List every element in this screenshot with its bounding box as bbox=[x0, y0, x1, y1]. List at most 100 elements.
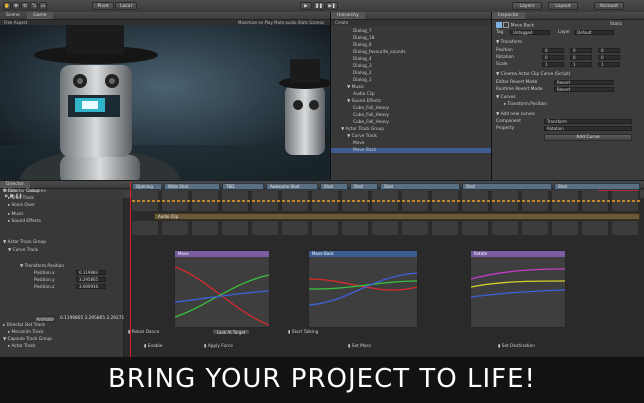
shot-clip[interactable]: Wide Shot bbox=[164, 183, 220, 190]
hierarchy-item[interactable]: Dialog_1 bbox=[353, 78, 372, 83]
hierarchy-item[interactable]: Dialog_favourite_sounds bbox=[353, 50, 406, 55]
hierarchy-item[interactable]: Move bbox=[353, 141, 365, 146]
event-robot-dance[interactable]: ▮ Robot Dance bbox=[128, 330, 159, 335]
hierarchy-item[interactable]: ▼ Actor Track Group bbox=[341, 127, 384, 132]
track-sound-effects[interactable]: ▸ Sound Effects bbox=[8, 219, 41, 224]
scale-y[interactable]: 1 bbox=[570, 62, 592, 67]
add-curve-button[interactable]: Add Curve bbox=[544, 134, 632, 141]
curve-clip-move[interactable]: Move bbox=[174, 250, 270, 328]
audio-clip[interactable]: Audio Clip bbox=[154, 213, 640, 220]
track-voice-over[interactable]: ▸ Voice Over bbox=[8, 203, 35, 208]
event-enable[interactable]: ▮ Enable bbox=[144, 344, 162, 349]
track-capsule-group[interactable]: ▼ Capsule Track Group bbox=[3, 337, 52, 342]
shot-clip[interactable]: Opening bbox=[132, 183, 162, 190]
rotation-z[interactable]: 0 bbox=[598, 55, 620, 60]
transform-header[interactable]: ▼ Transform bbox=[496, 40, 522, 45]
tab-director[interactable]: Director bbox=[0, 181, 31, 188]
track-actor[interactable]: ▸ Actor Track bbox=[8, 344, 35, 349]
static-checkbox[interactable]: Static bbox=[610, 22, 622, 27]
local-toggle[interactable]: Local bbox=[115, 2, 137, 10]
track-mecanim[interactable]: ▸ Mecanim Track bbox=[8, 330, 44, 335]
sound-effects-strip[interactable] bbox=[132, 221, 640, 235]
hierarchy-item[interactable]: Dialog_4 bbox=[353, 57, 372, 62]
hierarchy-item[interactable]: Dialog_3 bbox=[353, 64, 372, 69]
active-checkbox[interactable] bbox=[503, 22, 510, 28]
event-apply-force[interactable]: ▮ Apply Force bbox=[204, 344, 233, 349]
position-y-value[interactable]: 3.295865 bbox=[76, 277, 106, 282]
component-header[interactable]: ▼ Cinema Actor Clip Curve (Script) bbox=[496, 72, 570, 77]
curve-clip-move-back[interactable]: Move Back bbox=[308, 250, 418, 328]
curve-clip-rotate[interactable]: Rotate bbox=[470, 250, 566, 328]
pause-icon[interactable]: ❚❚ bbox=[313, 2, 325, 10]
scale-z[interactable]: 1 bbox=[598, 62, 620, 67]
layout-dropdown[interactable]: Layout bbox=[548, 2, 578, 10]
shot-clip[interactable]: TBD bbox=[222, 183, 264, 190]
object-name-field[interactable]: Move Back bbox=[511, 24, 534, 29]
position-x[interactable]: 0 bbox=[542, 48, 564, 53]
animate-button[interactable]: Animate bbox=[34, 316, 56, 322]
tab-inspector[interactable]: Inspector bbox=[492, 12, 525, 19]
rotate-tool-icon[interactable]: ↻ bbox=[21, 2, 29, 10]
position-x-value[interactable]: 0.119883 bbox=[76, 270, 106, 275]
tag-dropdown[interactable]: Untagged bbox=[510, 30, 550, 35]
shot-clip[interactable]: Awesome Shot bbox=[266, 183, 318, 190]
scale-x[interactable]: 1 bbox=[542, 62, 564, 67]
curves-foldout[interactable]: ▼ Curves bbox=[496, 95, 516, 100]
property-dropdown[interactable]: Rotation bbox=[544, 126, 632, 131]
hierarchy-item[interactable]: Audio Clip bbox=[353, 92, 375, 97]
track-director-group[interactable]: ▼ Director Group bbox=[3, 189, 39, 194]
editor-revert-dropdown[interactable]: Revert bbox=[554, 80, 614, 85]
tab-scene[interactable]: Scene bbox=[0, 12, 26, 19]
shot-clip[interactable]: Shot bbox=[462, 183, 552, 190]
tab-hierarchy[interactable]: Hierarchy bbox=[331, 12, 365, 19]
hierarchy-item[interactable]: Cube_Fall_Heavy bbox=[353, 106, 389, 111]
event-start-talking[interactable]: ▮ Start Talking bbox=[288, 330, 318, 335]
event-set-destination[interactable]: ▮ Set Destination bbox=[498, 344, 535, 349]
runtime-revert-dropdown[interactable]: Revert bbox=[554, 87, 614, 92]
shot-clip[interactable]: Shot bbox=[350, 183, 378, 190]
curve-item[interactable]: ▸ Transform.Position bbox=[504, 102, 547, 107]
account-dropdown[interactable]: Account bbox=[594, 2, 624, 10]
hierarchy-item[interactable]: Cube_Fall_Heavy bbox=[353, 113, 389, 118]
step-icon[interactable]: ▶❚ bbox=[326, 2, 338, 10]
hand-tool-icon[interactable]: ✋ bbox=[3, 2, 11, 10]
add-new-curves-foldout[interactable]: ▼ Add new curves bbox=[496, 112, 535, 117]
position-label: Position bbox=[496, 48, 513, 53]
tab-game[interactable]: Game bbox=[27, 12, 53, 19]
event-look-at-target[interactable]: Look At Target bbox=[212, 329, 250, 335]
hierarchy-item[interactable]: Dialog_2 bbox=[353, 71, 372, 76]
position-z[interactable]: 0 bbox=[598, 48, 620, 53]
hierarchy-create[interactable]: Create bbox=[331, 20, 491, 26]
rotation-x[interactable]: 0 bbox=[542, 55, 564, 60]
position-y[interactable]: 0 bbox=[570, 48, 592, 53]
position-z-value[interactable]: 3.000916 bbox=[76, 284, 106, 289]
hierarchy-item[interactable]: ▼ Music bbox=[347, 85, 364, 90]
play-icon[interactable]: ▶ bbox=[300, 2, 312, 10]
move-tool-icon[interactable]: ✥ bbox=[12, 2, 20, 10]
hierarchy-item[interactable]: Dialog_6 bbox=[353, 43, 372, 48]
hierarchy-item[interactable]: Dialog_18 bbox=[353, 36, 374, 41]
hierarchy-item-selected[interactable]: Move Back bbox=[331, 148, 491, 153]
hierarchy-item[interactable]: ▼ Sound Effects bbox=[347, 99, 381, 104]
pivot-toggle[interactable]: Pivot bbox=[92, 2, 114, 10]
shot-clip[interactable]: Shot bbox=[320, 183, 348, 190]
shot-clip[interactable]: Shot bbox=[554, 183, 640, 190]
track-actor-group[interactable]: ▼ Actor Track Group bbox=[3, 240, 46, 245]
track-shot[interactable]: ▸ Shot Track bbox=[8, 196, 34, 201]
hierarchy-item[interactable]: Cube_Fall_Heavy bbox=[353, 120, 389, 125]
layers-dropdown[interactable]: Layers bbox=[512, 2, 542, 10]
track-music[interactable]: ▸ Music bbox=[8, 212, 24, 217]
scale-tool-icon[interactable]: ⤡ bbox=[30, 2, 38, 10]
director-timeline[interactable]: Opening Wide Shot TBD Awesome Shot Shot … bbox=[124, 182, 644, 357]
rotation-y[interactable]: 0 bbox=[570, 55, 592, 60]
track-curve[interactable]: ▼ Curve Track bbox=[8, 248, 38, 253]
track-director-bot[interactable]: ▸ Director Bot Track bbox=[3, 323, 45, 328]
rect-tool-icon[interactable]: ▭ bbox=[39, 2, 47, 10]
event-set-mass[interactable]: ▮ Set Mass bbox=[348, 344, 371, 349]
hierarchy-item[interactable]: Dialog_7 bbox=[353, 29, 372, 34]
layer-dropdown[interactable]: Default bbox=[574, 30, 614, 35]
hierarchy-item[interactable]: ▼ Curve Track bbox=[347, 134, 377, 139]
component-dropdown[interactable]: Transform bbox=[544, 119, 632, 124]
shot-clip[interactable]: Shot bbox=[380, 183, 460, 190]
track-transform-position[interactable]: ▼ Transform.Position bbox=[20, 264, 64, 269]
